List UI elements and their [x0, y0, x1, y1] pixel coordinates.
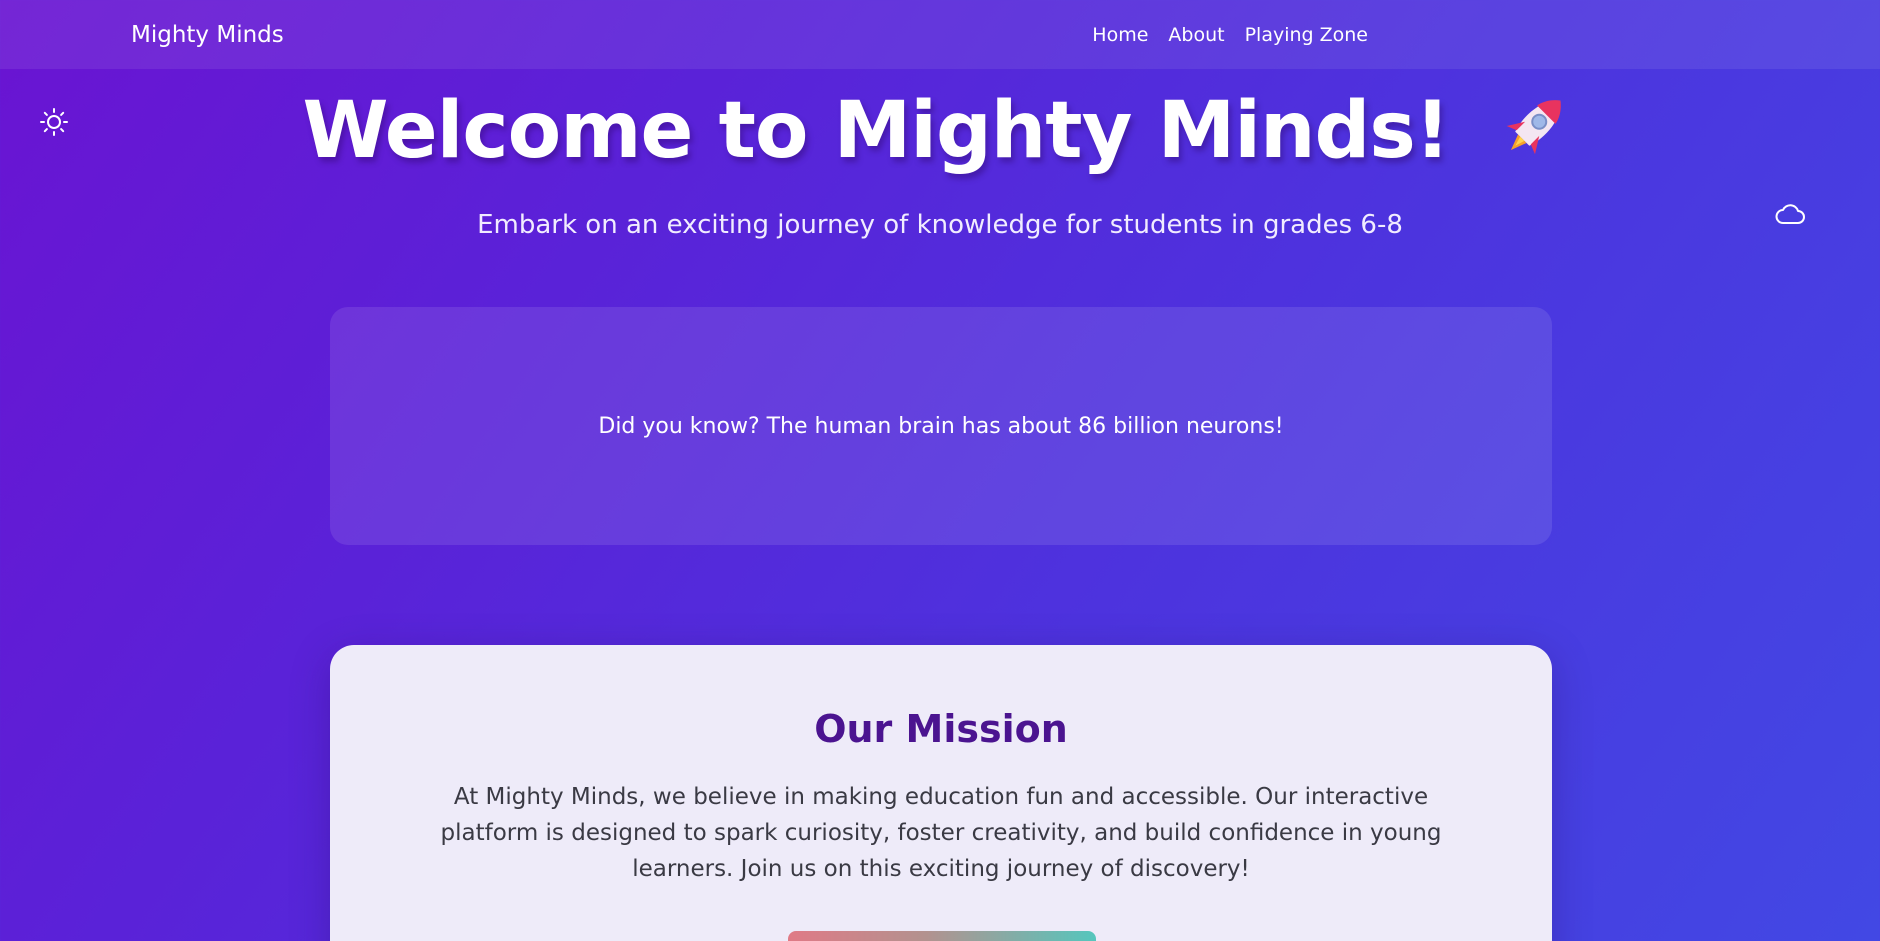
hero-title: Welcome to Mighty Minds! [0, 86, 1880, 185]
hero-title-text: Welcome to Mighty Minds! [302, 86, 1451, 176]
nav-links: Home About Playing Zone [1092, 24, 1368, 46]
nav-link-about[interactable]: About [1168, 24, 1224, 46]
mission-cta-button[interactable] [788, 931, 1096, 941]
mission-card: Our Mission At Mighty Minds, we believe … [330, 645, 1552, 941]
nav-link-home[interactable]: Home [1092, 24, 1148, 46]
hero-subtitle: Embark on an exciting journey of knowled… [477, 210, 1403, 240]
top-navbar: Mighty Minds Home About Playing Zone [0, 0, 1880, 69]
fun-fact-card: Did you know? The human brain has about … [330, 307, 1552, 545]
nav-link-playing-zone[interactable]: Playing Zone [1245, 24, 1368, 46]
fun-fact-text: Did you know? The human brain has about … [598, 413, 1284, 439]
rocket-icon [1493, 86, 1577, 185]
brand-logo-text[interactable]: Mighty Minds [131, 22, 284, 48]
mission-title: Our Mission [814, 707, 1068, 751]
mission-text: At Mighty Minds, we believe in making ed… [440, 784, 1442, 882]
